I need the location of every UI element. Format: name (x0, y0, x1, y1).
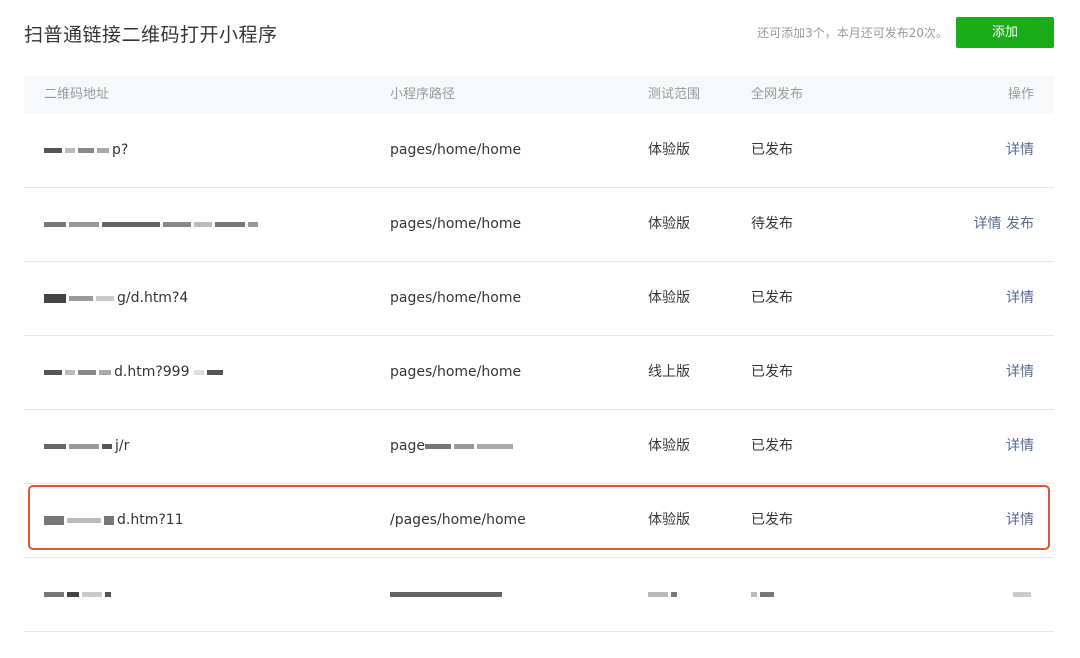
pixelated-redaction (424, 439, 516, 453)
pixelated-redaction (44, 439, 115, 453)
table-row: pages/home/home 体验版 待发布 详情 发布 (24, 188, 1054, 262)
details-link[interactable]: 详情 (1006, 364, 1034, 380)
pixelated-redaction (1013, 587, 1034, 601)
test-scope-cell: 体验版 (648, 438, 690, 454)
table-row: g/d.htm?4 pages/home/home 体验版 已发布 详情 (24, 262, 1054, 336)
test-scope-cell: 体验版 (648, 512, 690, 528)
qrcode-url-cell: g/d.htm?4 (44, 262, 188, 335)
qrcode-url-cell (44, 558, 114, 631)
test-scope-cell: 体验版 (648, 216, 690, 232)
pixelated-redaction (44, 143, 112, 157)
page-path-cell (390, 558, 505, 631)
qrcode-url-cell: d.htm?999 (44, 336, 226, 409)
pixelated-redaction (751, 587, 777, 601)
table-row: j/r page 体验版 已发布 详情 (24, 410, 1054, 484)
qrcode-url-cell: j/r (44, 410, 129, 483)
test-scope-cell: 线上版 (648, 364, 690, 380)
qrcode-table: 二维码地址 小程序路径 测试范围 全网发布 操作 p? pages/home/h… (24, 76, 1054, 632)
publish-status-cell: 待发布 (751, 216, 793, 232)
table-row: d.htm?999 pages/home/home 线上版 已发布 详情 (24, 336, 1054, 410)
test-scope-cell (648, 558, 680, 631)
column-header-actions: 操作 (1007, 87, 1034, 102)
table-header: 二维码地址 小程序路径 测试范围 全网发布 操作 (24, 76, 1054, 114)
page-path-cell: pages/home/home (390, 216, 522, 232)
page-path-cell: page (390, 410, 516, 483)
qrcode-url-cell: d.htm?11 (44, 484, 184, 557)
page-path-cell: pages/home/home (390, 364, 522, 380)
publish-status-cell: 已发布 (751, 512, 793, 528)
column-header-test-scope: 测试范围 (648, 87, 701, 102)
publish-status-cell: 已发布 (751, 438, 793, 454)
pixelated-redaction (44, 217, 261, 231)
pixelated-redaction (44, 365, 114, 379)
test-scope-cell: 体验版 (648, 290, 690, 306)
actions-cell: 详情 发布 (974, 188, 1034, 261)
publish-status-cell: 已发布 (751, 364, 793, 380)
publish-status-cell: 已发布 (751, 290, 793, 306)
actions-cell: 详情 (1006, 336, 1034, 409)
pixelated-redaction (44, 291, 117, 305)
details-link[interactable]: 详情 (1006, 290, 1034, 306)
publish-link[interactable]: 发布 (1006, 216, 1034, 232)
page-title: 扫普通链接二维码打开小程序 (24, 24, 278, 46)
quota-text: 还可添加3个，本月还可发布20次。 (757, 26, 948, 40)
table-row (24, 558, 1054, 632)
column-header-qrcode-url: 二维码地址 (44, 87, 110, 102)
actions-cell: 详情 (1006, 410, 1034, 483)
actions-cell: 详情 (1006, 262, 1034, 335)
qrcode-url-cell (44, 188, 261, 261)
column-header-publish-status: 全网发布 (751, 87, 804, 102)
pixelated-redaction (390, 587, 505, 601)
qrcode-url-cell: p? (44, 114, 128, 187)
table-row: p? pages/home/home 体验版 已发布 详情 (24, 114, 1054, 188)
test-scope-cell: 体验版 (648, 142, 690, 158)
details-link[interactable]: 详情 (1006, 438, 1034, 454)
publish-status-cell (751, 558, 777, 631)
table-row: d.htm?11 /pages/home/home 体验版 已发布 详情 (24, 484, 1054, 558)
page-path-cell: pages/home/home (390, 290, 522, 306)
column-header-page-path: 小程序路径 (390, 87, 456, 102)
page-path-cell: pages/home/home (390, 142, 522, 158)
pixelated-redaction (648, 587, 680, 601)
actions-cell: 详情 (1006, 484, 1034, 557)
publish-status-cell: 已发布 (751, 142, 793, 158)
page-path-cell: /pages/home/home (390, 512, 526, 528)
details-link[interactable]: 详情 (974, 216, 1002, 232)
pixelated-redaction (44, 513, 117, 527)
details-link[interactable]: 详情 (1006, 512, 1034, 528)
details-link[interactable]: 详情 (1006, 142, 1034, 158)
pixelated-redaction (44, 587, 114, 601)
actions-cell (1013, 558, 1034, 631)
pixelated-redaction (193, 365, 226, 379)
page-header: 扫普通链接二维码打开小程序 还可添加3个，本月还可发布20次。 添加 (24, 14, 1054, 50)
actions-cell: 详情 (1006, 114, 1034, 187)
add-button[interactable]: 添加 (956, 17, 1054, 48)
